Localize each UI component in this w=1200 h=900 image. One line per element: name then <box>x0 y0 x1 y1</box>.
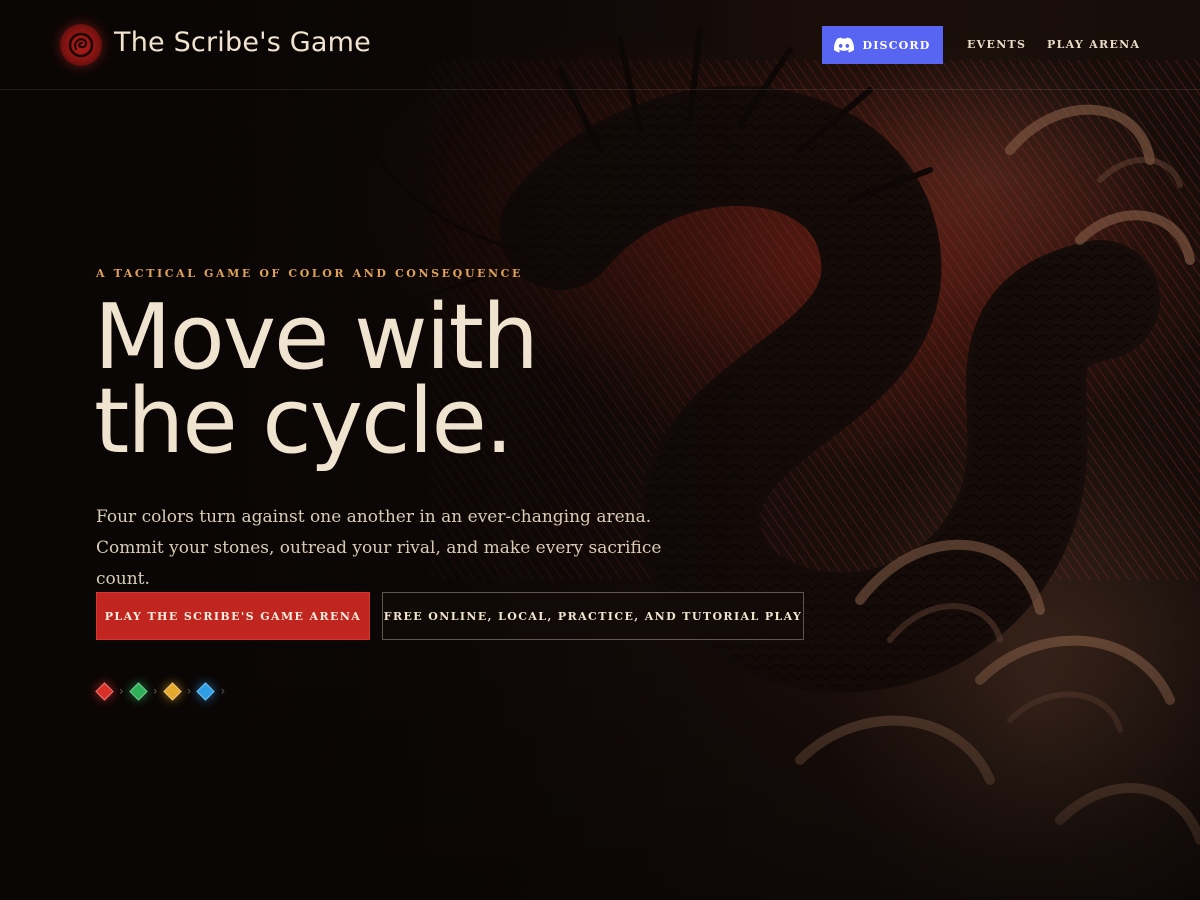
headline-line-1: Move with <box>94 285 539 390</box>
play-modes-button[interactable]: FREE ONLINE, LOCAL, PRACTICE, AND TUTORI… <box>382 592 804 640</box>
discord-label: DISCORD <box>862 38 931 52</box>
hero-eyebrow: A TACTICAL GAME OF COLOR AND CONSEQUENCE <box>96 267 524 280</box>
chevron-right-icon: › <box>220 684 226 698</box>
chevron-right-icon: › <box>186 684 192 698</box>
green-gem-icon <box>129 681 148 701</box>
red-gem-icon <box>95 681 114 701</box>
headline-line-2: the cycle. <box>94 369 514 474</box>
nav-events-link[interactable]: EVENTS <box>967 38 1026 51</box>
site-header: The Scribe's Game DISCORD EVENTS PLAY AR… <box>0 0 1200 90</box>
brand-name[interactable]: The Scribe's Game <box>114 27 371 58</box>
gold-gem-icon <box>162 681 182 701</box>
discord-button[interactable]: DISCORD <box>822 26 943 64</box>
nav-play-arena-link[interactable]: PLAY ARENA <box>1047 38 1140 51</box>
color-cycle: › › › › <box>94 680 229 702</box>
play-arena-button[interactable]: PLAY THE SCRIBE'S GAME ARENA <box>96 592 370 640</box>
discord-icon <box>834 37 855 53</box>
landing-page: The Scribe's Game DISCORD EVENTS PLAY AR… <box>0 0 1200 900</box>
hero-headline: Move with the cycle. <box>94 285 734 474</box>
hero-description: Four colors turn against one another in … <box>96 507 662 589</box>
scribe-seal-glyph <box>68 32 94 58</box>
scribe-seal-icon[interactable] <box>60 24 102 66</box>
blue-gem-icon <box>196 681 216 701</box>
chevron-right-icon: › <box>152 684 158 698</box>
chevron-right-icon: › <box>119 684 124 698</box>
